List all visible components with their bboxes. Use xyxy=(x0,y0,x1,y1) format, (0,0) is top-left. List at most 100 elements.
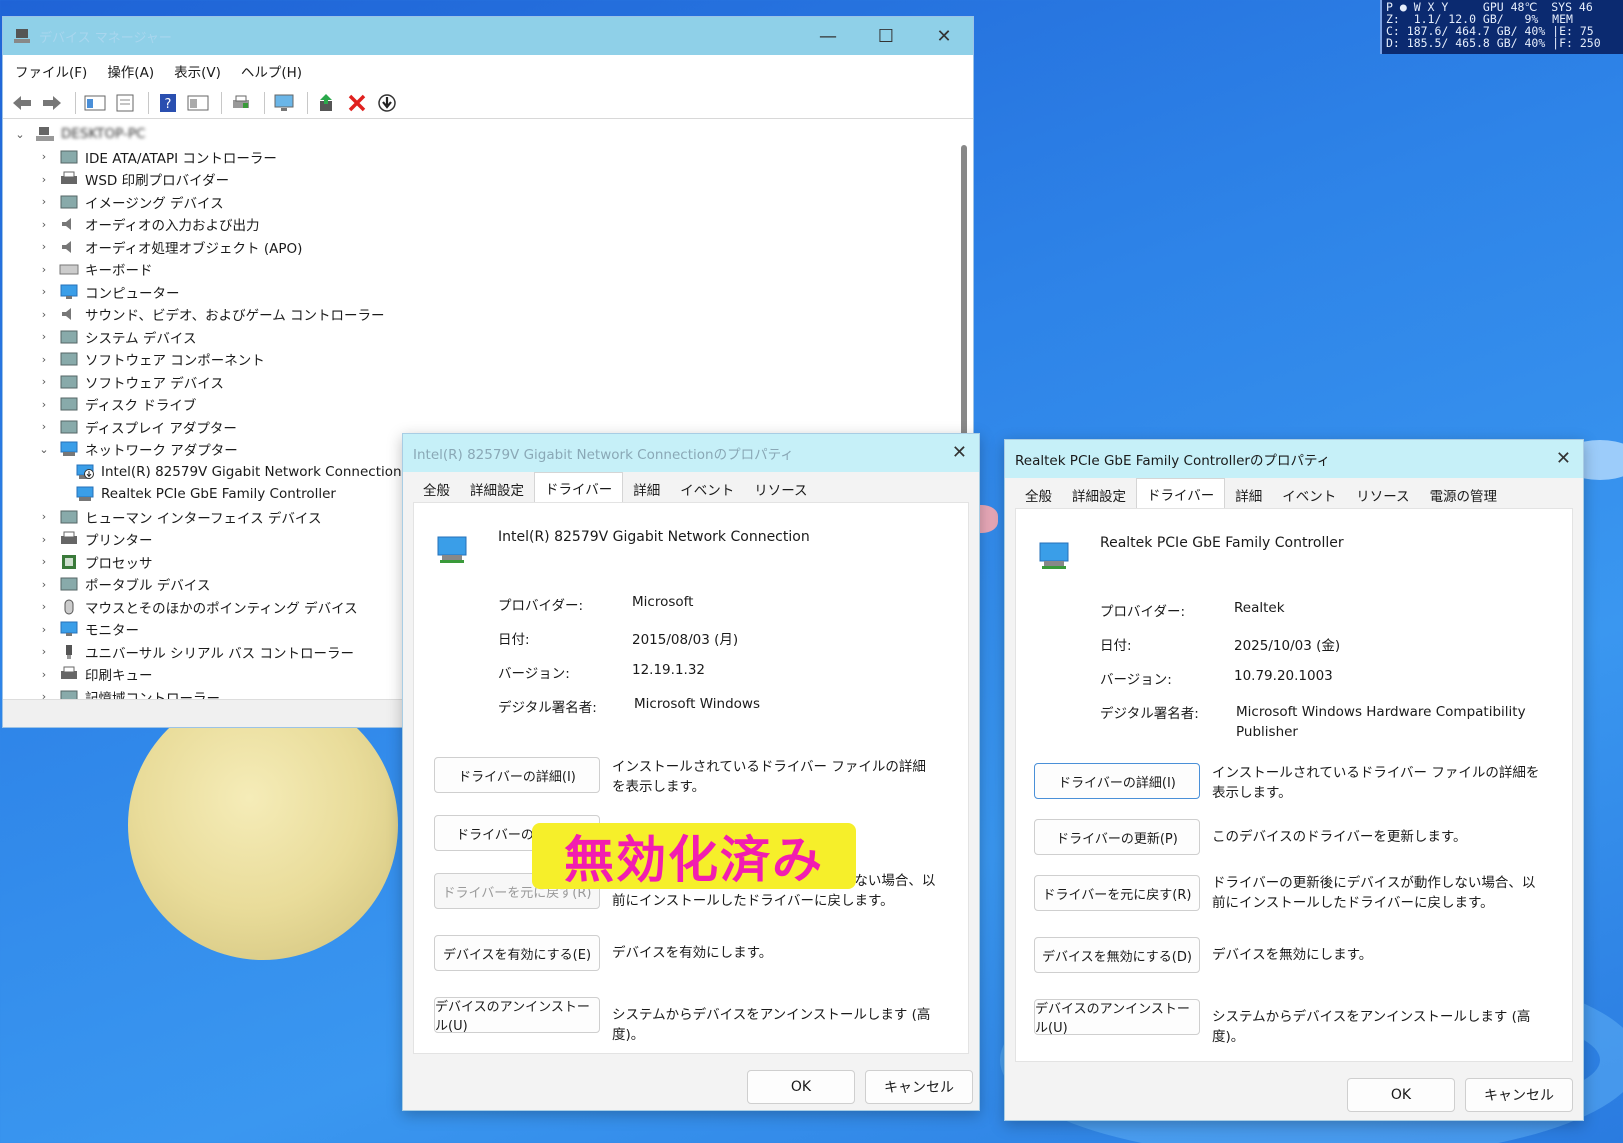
chevron-right-icon[interactable]: › xyxy=(37,195,51,208)
tab-events[interactable]: イベント xyxy=(1272,482,1346,508)
view-icon[interactable] xyxy=(185,91,211,115)
network-adapter-icon xyxy=(60,441,78,457)
tab-events[interactable]: イベント xyxy=(670,476,744,502)
intel-dialog-titlebar[interactable]: Intel(R) 82579V Gigabit Network Connecti… xyxy=(403,434,979,472)
enable-device-button[interactable]: デバイスを有効にする(E) xyxy=(434,935,600,971)
chevron-right-icon[interactable]: › xyxy=(37,308,51,321)
forward-arrow-icon[interactable] xyxy=(39,91,65,115)
printer-icon xyxy=(61,666,77,680)
tab-details[interactable]: 詳細 xyxy=(1225,482,1272,508)
cancel-button[interactable]: キャンセル xyxy=(1465,1078,1573,1112)
version-value: 10.79.20.1003 xyxy=(1234,668,1333,684)
help-icon[interactable]: ? xyxy=(155,91,181,115)
chevron-right-icon[interactable]: › xyxy=(37,420,51,433)
update-driver-button[interactable]: ドライバーの更新(P) xyxy=(1034,819,1200,855)
chevron-right-icon[interactable]: › xyxy=(37,533,51,546)
tree-category-item[interactable]: › ソフトウェア デバイス xyxy=(3,371,957,394)
tab-driver[interactable]: ドライバー xyxy=(1136,478,1226,508)
menu-view[interactable]: 表示(V) xyxy=(174,61,221,81)
usb-icon xyxy=(66,644,72,659)
tab-resources[interactable]: リソース xyxy=(1346,482,1419,508)
tree-category-item[interactable]: › ディスク ドライブ xyxy=(3,393,957,416)
chevron-down-icon[interactable]: ⌄ xyxy=(37,443,51,456)
back-arrow-icon[interactable] xyxy=(9,91,35,115)
tree-item-label: キーボード xyxy=(85,263,153,280)
tab-advanced[interactable]: 詳細設定 xyxy=(460,476,534,502)
download-circle-icon[interactable] xyxy=(374,91,400,115)
update-driver-icon[interactable] xyxy=(314,91,340,115)
tree-item-label: ソフトウェア デバイス xyxy=(85,375,224,392)
maximize-icon[interactable]: ☐ xyxy=(857,17,915,55)
rollback-driver-button[interactable]: ドライバーを元に戻す(R) xyxy=(1034,875,1200,911)
provider-label: プロバイダー: xyxy=(1100,604,1186,620)
disabled-annotation-stamp: 無効化済み xyxy=(532,823,856,889)
hid-icon xyxy=(60,510,78,524)
menu-help[interactable]: ヘルプ(H) xyxy=(241,61,302,81)
chevron-right-icon[interactable]: › xyxy=(37,263,51,276)
tree-scrollbar[interactable] xyxy=(961,145,967,445)
tree-category-item[interactable]: › イメージング デバイス xyxy=(3,191,957,214)
chevron-right-icon[interactable]: › xyxy=(37,173,51,186)
chevron-right-icon[interactable]: › xyxy=(37,645,51,658)
chevron-right-icon[interactable]: › xyxy=(37,600,51,613)
tree-category-item[interactable]: › ソフトウェア コンポーネント xyxy=(3,348,957,371)
tab-details[interactable]: 詳細 xyxy=(623,476,670,502)
ok-button[interactable]: OK xyxy=(1347,1078,1455,1112)
chevron-right-icon[interactable]: › xyxy=(37,510,51,523)
provider-label: プロバイダー: xyxy=(498,598,584,614)
tree-category-item[interactable]: › キーボード xyxy=(3,258,957,281)
chevron-right-icon[interactable]: › xyxy=(37,668,51,681)
tab-general[interactable]: 全般 xyxy=(413,476,460,502)
tree-category-item[interactable]: › オーディオの入力および出力 xyxy=(3,213,957,236)
chevron-right-icon[interactable]: › xyxy=(37,375,51,388)
driver-details-button[interactable]: ドライバーの詳細(I) xyxy=(434,757,600,793)
chevron-down-icon[interactable]: ⌄ xyxy=(13,128,27,141)
chevron-right-icon[interactable]: › xyxy=(37,218,51,231)
uninstall-x-icon[interactable] xyxy=(344,91,370,115)
close-icon[interactable]: ✕ xyxy=(915,17,973,55)
close-icon[interactable]: ✕ xyxy=(952,442,967,463)
menu-action[interactable]: 操作(A) xyxy=(107,61,154,81)
tab-power-management[interactable]: 電源の管理 xyxy=(1420,482,1508,508)
realtek-dialog-titlebar[interactable]: Realtek PCIe GbE Family Controllerのプロパティ… xyxy=(1005,440,1583,478)
tree-category-item[interactable]: › サウンド、ビデオ、およびゲーム コントローラー xyxy=(3,303,957,326)
tree-category-item[interactable]: › コンピューター xyxy=(3,281,957,304)
realtek-tabs: 全般 詳細設定 ドライバー 詳細 イベント リソース 電源の管理 xyxy=(1005,478,1583,508)
tab-resources[interactable]: リソース xyxy=(744,476,817,502)
close-icon[interactable]: ✕ xyxy=(1556,448,1571,469)
chevron-right-icon[interactable]: › xyxy=(37,330,51,343)
disable-device-button[interactable]: デバイスを無効にする(D) xyxy=(1034,937,1200,973)
print-icon[interactable] xyxy=(228,91,254,115)
chevron-right-icon[interactable]: › xyxy=(37,398,51,411)
chevron-right-icon[interactable]: › xyxy=(37,150,51,163)
tree-category-item[interactable]: › IDE ATA/ATAPI コントローラー xyxy=(3,146,957,169)
tab-driver[interactable]: ドライバー xyxy=(534,472,624,502)
intel-tabs: 全般 詳細設定 ドライバー 詳細 イベント リソース xyxy=(403,472,979,502)
toolbar-separator xyxy=(75,91,76,114)
driver-details-button[interactable]: ドライバーの詳細(I) xyxy=(1034,763,1200,799)
uninstall-device-button[interactable]: デバイスのアンインストール(U) xyxy=(1034,999,1200,1036)
tab-advanced[interactable]: 詳細設定 xyxy=(1062,482,1136,508)
chevron-right-icon[interactable]: › xyxy=(37,578,51,591)
menu-file[interactable]: ファイル(F) xyxy=(15,61,87,81)
minimize-icon[interactable]: — xyxy=(799,17,857,55)
tree-root[interactable]: ⌄ DESKTOP-PC xyxy=(3,123,957,146)
chevron-right-icon[interactable]: › xyxy=(37,353,51,366)
tab-general[interactable]: 全般 xyxy=(1015,482,1062,508)
show-hide-tree-icon[interactable] xyxy=(82,91,108,115)
ok-button[interactable]: OK xyxy=(747,1070,855,1104)
chevron-right-icon[interactable]: › xyxy=(37,623,51,636)
tree-category-item[interactable]: › オーディオ処理オブジェクト (APO) xyxy=(3,236,957,259)
tree-category-item[interactable]: › システム デバイス xyxy=(3,326,957,349)
scan-hardware-icon[interactable] xyxy=(271,91,297,115)
properties-icon[interactable] xyxy=(112,91,138,115)
tree-category-item[interactable]: › WSD 印刷プロバイダー xyxy=(3,168,957,191)
chevron-right-icon[interactable]: › xyxy=(37,555,51,568)
ide-controller-icon xyxy=(60,150,78,164)
cancel-button[interactable]: キャンセル xyxy=(865,1070,973,1104)
chevron-right-icon[interactable]: › xyxy=(37,285,51,298)
uninstall-device-button[interactable]: デバイスのアンインストール(U) xyxy=(434,997,600,1034)
provider-value: Microsoft xyxy=(632,594,694,610)
chevron-right-icon[interactable]: › xyxy=(37,240,51,253)
device-manager-titlebar[interactable]: デバイス マネージャー — ☐ ✕ xyxy=(3,17,973,55)
